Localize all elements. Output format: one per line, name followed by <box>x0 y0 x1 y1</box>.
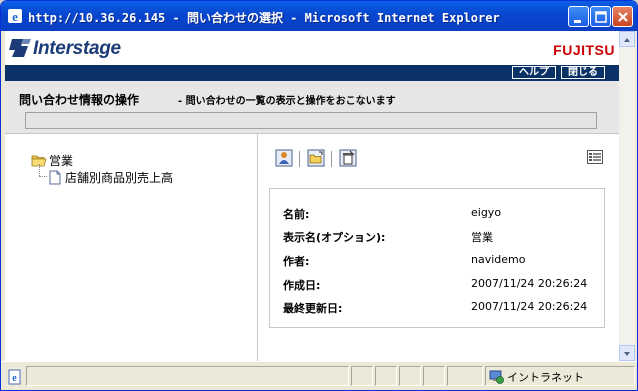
status-cell <box>351 366 373 386</box>
minimize-button[interactable] <box>568 6 589 27</box>
query-tree: 営業 店舗別商品別売上高 <box>5 134 257 361</box>
operation-bar: 問い合わせ情報の操作 - 問い合わせの一覧の表示と操作をおこないます <box>5 81 619 134</box>
window-title: http://10.36.26.145 - 問い合わせの選択 - Microso… <box>28 11 500 25</box>
delete-icon[interactable] <box>339 149 357 167</box>
updated-label: 最終更新日: <box>283 302 343 315</box>
tree-item-query[interactable]: 店舗別商品別売上高 <box>49 169 173 186</box>
logo-text: Interstage <box>33 38 121 59</box>
status-bar: e イントラネット <box>1 361 637 390</box>
run-query-icon[interactable] <box>275 149 293 167</box>
interstage-logo-icon <box>9 39 31 57</box>
operation-title: 問い合わせ情報の操作 <box>19 93 140 107</box>
status-cell <box>375 366 397 386</box>
minimize-icon <box>574 20 581 23</box>
status-cell <box>447 366 483 386</box>
updated-value: 2007/11/24 20:26:24 <box>471 300 588 313</box>
browser-window: e http://10.36.26.145 - 問い合わせの選択 - Micro… <box>0 0 638 391</box>
display-name-label: 表示名(オプション): <box>283 231 386 244</box>
author-label: 作者: <box>283 255 310 268</box>
scroll-down-button[interactable] <box>619 345 635 361</box>
zone-label: イントラネット <box>507 371 584 384</box>
name-label: 名前: <box>283 208 310 221</box>
toolbar-separator <box>331 151 332 167</box>
close-page-button[interactable]: 閉じる <box>561 66 605 79</box>
display-name-value: 営業 <box>471 231 493 244</box>
help-button[interactable]: ヘルプ <box>512 66 556 79</box>
arrow-down-icon <box>624 352 630 356</box>
status-text-cell <box>26 366 349 386</box>
maximize-button[interactable] <box>590 6 611 27</box>
arrow-up-icon <box>624 38 630 42</box>
title-bar[interactable]: e http://10.36.26.145 - 問い合わせの選択 - Micro… <box>1 1 637 31</box>
svg-text:e: e <box>12 373 17 384</box>
close-icon <box>618 12 628 22</box>
properties-panel: 名前: eigyo 表示名(オプション): 営業 作者: navidemo 作成… <box>269 188 605 328</box>
page-content: Interstage FUJITSU ヘルプ 閉じる 問い合わせ情報の操作 - … <box>5 31 619 361</box>
tree-root-label: 営業 <box>49 154 74 168</box>
nav-bar: ヘルプ 閉じる <box>5 65 619 81</box>
app-header: Interstage FUJITSU <box>5 31 619 65</box>
created-value: 2007/11/24 20:26:24 <box>471 277 588 290</box>
page-icon: e <box>8 369 21 385</box>
tree-folder-eigyo[interactable]: 営業 <box>31 152 73 169</box>
toolbar-separator <box>299 151 300 167</box>
pane-divider[interactable] <box>257 134 258 361</box>
vertical-scrollbar[interactable] <box>619 31 635 361</box>
open-folder-icon[interactable] <box>307 149 325 167</box>
security-zone: イントラネット <box>488 369 584 385</box>
tree-connector <box>39 176 47 178</box>
status-cell <box>423 366 445 386</box>
status-cell <box>399 366 421 386</box>
maximize-icon <box>595 11 607 23</box>
tree-item-label: 店舗別商品別売上高 <box>65 171 174 185</box>
document-icon <box>49 170 61 185</box>
close-button[interactable] <box>612 6 633 27</box>
svg-text:e: e <box>12 9 18 24</box>
operation-description: - 問い合わせの一覧の表示と操作をおこないます <box>178 96 396 107</box>
message-field <box>25 112 597 129</box>
name-value: eigyo <box>471 206 502 219</box>
details-view-icon[interactable] <box>587 150 603 164</box>
intranet-icon <box>489 370 504 384</box>
scroll-up-button[interactable] <box>619 31 635 47</box>
fujitsu-logo: FUJITSU <box>553 42 615 58</box>
author-value: navidemo <box>471 253 526 266</box>
tree-connector <box>39 164 41 176</box>
ie-icon[interactable]: e <box>7 8 23 24</box>
created-label: 作成日: <box>283 279 321 292</box>
